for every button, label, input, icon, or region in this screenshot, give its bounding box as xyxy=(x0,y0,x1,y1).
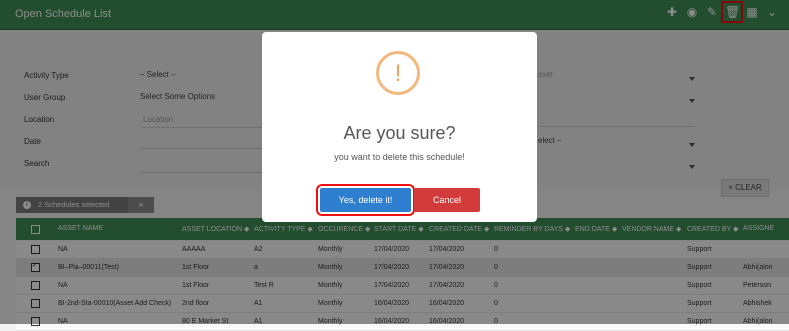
warning-icon: ! xyxy=(376,51,420,95)
confirm-dialog: ! Are you sure? you want to delete this … xyxy=(262,32,537,222)
cancel-button[interactable]: Cancel xyxy=(414,188,480,212)
confirm-delete-button[interactable]: Yes, delete it! xyxy=(316,184,415,216)
dialog-message: you want to delete this schedule! xyxy=(334,152,465,162)
warning-mark: ! xyxy=(394,60,402,87)
dialog-title: Are you sure? xyxy=(343,123,456,143)
